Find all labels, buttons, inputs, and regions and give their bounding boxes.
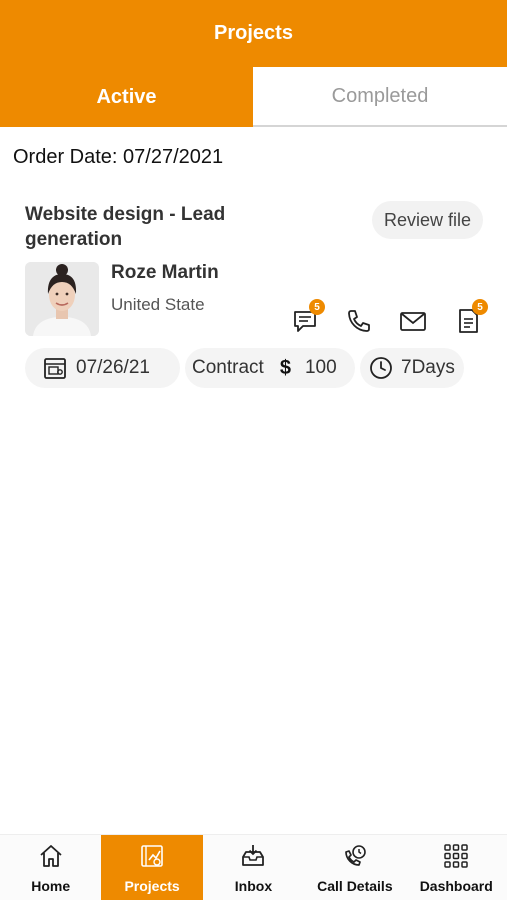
- contract-amount: 100: [304, 357, 337, 378]
- bottom-nav: Home Projects Inbox Call Details Dashboa…: [0, 834, 507, 900]
- avatar: [25, 262, 99, 336]
- date-chip: 07/26/21: [25, 348, 180, 388]
- project-date: 07/26/21: [76, 357, 150, 378]
- tab-active[interactable]: Active: [0, 67, 253, 127]
- nav-inbox-label: Inbox: [234, 878, 273, 894]
- review-file-button[interactable]: Review file: [372, 201, 483, 239]
- nav-call-details-label: Call Details: [317, 878, 393, 894]
- dashboard-icon: [444, 844, 468, 868]
- home-icon: [40, 845, 62, 867]
- project-tabs: Active Completed: [0, 67, 507, 127]
- nav-dashboard[interactable]: Dashboard: [406, 835, 507, 900]
- inbox-icon: [242, 845, 265, 866]
- projects-icon: [141, 845, 163, 867]
- client-location: United State: [111, 295, 205, 314]
- nav-home-label: Home: [31, 878, 71, 894]
- contract-type: Contract: [192, 357, 264, 378]
- nav-projects-label: Projects: [124, 878, 180, 894]
- message-button[interactable]: 5: [291, 299, 325, 337]
- order-date: Order Date: 07/27/2021: [13, 146, 224, 168]
- mail-icon: [400, 312, 426, 331]
- nav-inbox[interactable]: Inbox: [203, 835, 304, 900]
- nav-home[interactable]: Home: [0, 835, 101, 900]
- nav-call-details[interactable]: Call Details: [304, 835, 405, 900]
- app-header: Projects: [0, 0, 507, 67]
- calendar-icon: [44, 358, 66, 379]
- tab-completed[interactable]: Completed: [253, 67, 507, 127]
- project-meta: 07/26/21 Contract $ 100 7Days: [0, 348, 507, 388]
- files-button[interactable]: 5: [454, 299, 488, 337]
- messages-badge: 5: [309, 299, 325, 315]
- project-duration: 7Days: [401, 357, 455, 378]
- dollar-icon: $: [279, 356, 291, 379]
- client-name: Roze Martin: [111, 262, 219, 283]
- page-title: Projects: [214, 22, 293, 44]
- clock-icon: [370, 357, 392, 379]
- call-button[interactable]: [345, 307, 375, 337]
- call-details-icon: [345, 845, 366, 866]
- nav-projects[interactable]: Projects: [101, 835, 203, 900]
- contract-chip: Contract $ 100: [185, 348, 355, 388]
- files-badge: 5: [472, 299, 488, 315]
- email-button[interactable]: [399, 307, 429, 337]
- phone-icon: [348, 310, 370, 332]
- duration-chip: 7Days: [360, 348, 464, 388]
- nav-dashboard-label: Dashboard: [419, 878, 493, 894]
- project-title: Website design - Lead generation: [25, 204, 226, 250]
